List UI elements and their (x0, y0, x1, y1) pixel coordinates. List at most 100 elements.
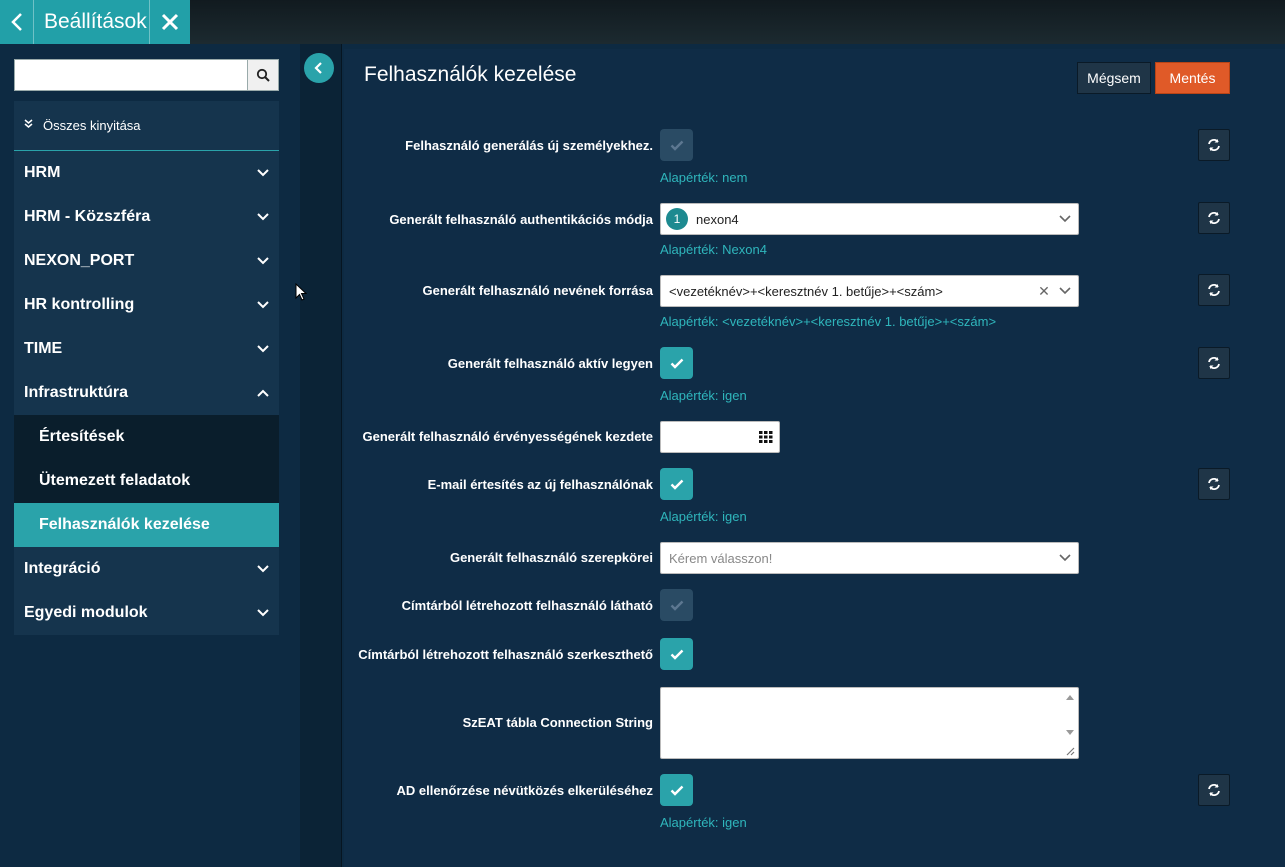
textarea-scrollbar[interactable] (1062, 688, 1078, 758)
reset-button[interactable] (1198, 202, 1230, 234)
gen-new-checkbox[interactable] (660, 129, 693, 161)
select-value: nexon4 (696, 211, 739, 227)
resize-handle-icon[interactable] (1065, 746, 1075, 756)
scroll-up-icon[interactable] (1066, 694, 1074, 700)
save-button[interactable]: Mentés (1155, 62, 1230, 94)
count-badge: 1 (666, 208, 688, 230)
default-hint: Alapérték: <vezetéknév>+<keresztnév 1. b… (660, 314, 997, 329)
sidebar-menu: Összes kinyitása HRM HRM - Közszféra NEX… (14, 101, 279, 635)
chevron-down-icon (1052, 215, 1078, 223)
scroll-down-icon[interactable] (1066, 730, 1074, 736)
sidebar-item-infrastruktura[interactable]: Infrastruktúra (14, 371, 279, 415)
expand-all-button[interactable]: Összes kinyitása (14, 101, 279, 151)
field-label: Generált felhasználó authentikációs módj… (389, 212, 653, 227)
chevron-left-icon (10, 13, 22, 31)
auth-mode-select[interactable]: 1 nexon4 (660, 203, 1079, 235)
sidebar-item-label: HRM (24, 164, 61, 181)
sidebar-item-nexon-port[interactable]: NEXON_PORT (14, 239, 279, 283)
check-icon (670, 358, 683, 369)
field-label: SzEAT tábla Connection String (462, 715, 653, 730)
email-notify-checkbox[interactable] (660, 468, 693, 500)
check-icon (670, 140, 683, 151)
close-icon (161, 13, 179, 31)
sidebar-item-label: Integráció (24, 560, 101, 577)
sidebar-item-hrm-kozszfera[interactable]: HRM - Közszféra (14, 195, 279, 239)
name-source-select[interactable]: <vezetéknév>+<keresztnév 1. betűje>+<szá… (660, 275, 1079, 307)
default-hint: Alapérték: igen (660, 815, 747, 830)
sidebar-item-label: HR kontrolling (24, 296, 135, 313)
default-hint: Alapérték: nem (660, 170, 748, 185)
sidebar-divider (300, 44, 342, 867)
mouse-cursor-icon (295, 283, 307, 301)
search-button[interactable] (248, 59, 279, 91)
refresh-icon (1208, 212, 1220, 224)
select-value: <vezetéknév>+<keresztnév 1. betűje>+<szá… (669, 283, 943, 299)
search-icon (256, 68, 270, 82)
calendar-icon[interactable] (759, 431, 773, 443)
check-icon (670, 600, 683, 611)
chevron-down-icon (257, 301, 269, 309)
check-icon (670, 479, 683, 490)
refresh-icon (1208, 784, 1220, 796)
field-label: Generált felhasználó nevének forrása (422, 283, 653, 298)
sidebar-item-label: NEXON_PORT (24, 252, 135, 269)
sidebar-item-integracio[interactable]: Integráció (14, 547, 279, 591)
sidebar-item-hrm[interactable]: HRM (14, 151, 279, 195)
sidebar-item-label: Egyedi modulok (24, 604, 148, 621)
chevron-down-icon (257, 565, 269, 573)
page-title: Felhasználók kezelése (364, 63, 577, 86)
expand-all-label: Összes kinyitása (43, 118, 141, 133)
field-label: Generált felhasználó szerepkörei (449, 550, 653, 565)
roles-select[interactable]: Kérem válasszon! (660, 542, 1079, 574)
search-input[interactable] (14, 59, 248, 91)
field-label: Generált felhasználó érvényességének kez… (362, 429, 653, 444)
check-icon (670, 785, 683, 796)
dir-visible-checkbox[interactable] (660, 589, 693, 621)
reset-button[interactable] (1198, 468, 1230, 500)
sidebar-item-time[interactable]: TIME (14, 327, 279, 371)
sidebar-item-hr-kontrolling[interactable]: HR kontrolling (14, 283, 279, 327)
field-label: Címtárból létrehozott felhasználó szerke… (358, 647, 653, 662)
chevron-left-icon (314, 62, 322, 74)
reset-button[interactable] (1198, 129, 1230, 161)
sidebar-subitem-utemezett-feladatok[interactable]: Ütemezett feladatok (14, 459, 279, 503)
cancel-button[interactable]: Mégsem (1077, 62, 1151, 94)
chevron-down-icon (257, 257, 269, 265)
settings-header: Beállítások (0, 0, 190, 44)
field-label: Felhasználó generálás új személyekhez. (405, 138, 653, 153)
default-hint: Alapérték: Nexon4 (660, 242, 767, 257)
refresh-icon (1208, 478, 1220, 490)
collapse-sidebar-button[interactable] (304, 53, 334, 83)
close-button[interactable] (150, 0, 190, 44)
refresh-icon (1208, 357, 1220, 369)
chevron-down-icon (1052, 287, 1078, 295)
chevron-down-icon (257, 213, 269, 221)
chevron-down-icon (1052, 554, 1078, 562)
sidebar-search (14, 59, 279, 91)
chevron-down-icon (257, 345, 269, 353)
default-hint: Alapérték: igen (660, 509, 747, 524)
sidebar-item-label: HRM - Közszféra (24, 208, 151, 225)
field-label: AD ellenőrzése névütközés elkerüléséhez (396, 783, 653, 798)
validity-start-date-input[interactable] (660, 421, 780, 453)
active-checkbox[interactable] (660, 347, 693, 379)
reset-button[interactable] (1198, 274, 1230, 306)
szeat-connection-textarea[interactable] (660, 687, 1079, 759)
reset-button[interactable] (1198, 774, 1230, 806)
sidebar-subitem-felhasznalok-kezelese[interactable]: Felhasználók kezelése (14, 503, 279, 547)
reset-button[interactable] (1198, 347, 1230, 379)
select-placeholder: Kérem válasszon! (669, 550, 773, 566)
sidebar-item-label: TIME (24, 340, 63, 357)
check-icon (670, 649, 683, 660)
clear-icon[interactable]: ✕ (1036, 283, 1052, 300)
dir-editable-checkbox[interactable] (660, 638, 693, 670)
sidebar-item-egyedi-modulok[interactable]: Egyedi modulok (14, 591, 279, 635)
refresh-icon (1208, 284, 1220, 296)
chevron-up-icon (257, 389, 269, 397)
ad-check-checkbox[interactable] (660, 774, 693, 806)
default-hint: Alapérték: igen (660, 388, 747, 403)
field-label: Címtárból létrehozott felhasználó láthat… (401, 598, 653, 613)
back-button[interactable] (0, 0, 34, 44)
sidebar-item-label: Infrastruktúra (24, 384, 129, 401)
sidebar-subitem-ertesitesek[interactable]: Értesítések (14, 415, 279, 459)
